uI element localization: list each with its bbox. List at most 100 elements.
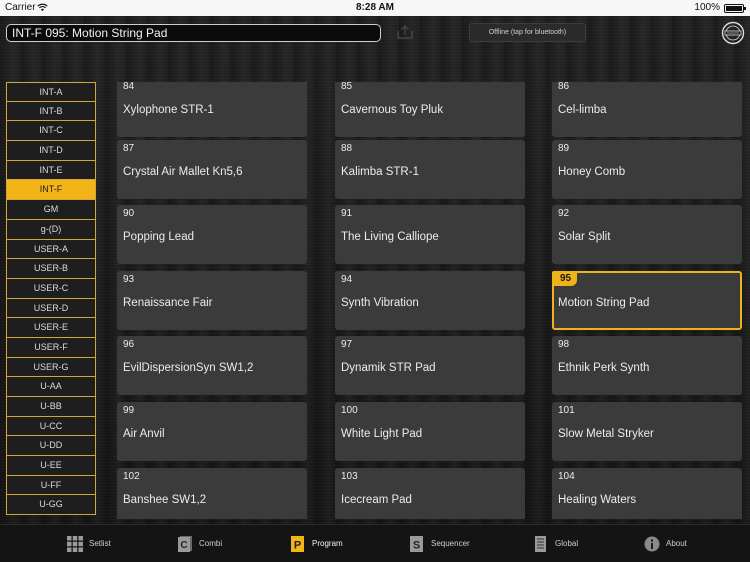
info-icon [644, 536, 660, 552]
tab-sequencer[interactable]: S Sequencer [409, 525, 519, 562]
tab-global[interactable]: Global [533, 525, 643, 562]
program-name: Renaissance Fair [123, 297, 213, 309]
program-tile-89[interactable]: 89 Honey Comb [552, 140, 742, 199]
tab-about[interactable]: About [644, 525, 750, 562]
program-name: Ethnik Perk Synth [558, 362, 650, 374]
program-name: Popping Lead [123, 231, 194, 243]
tab-label: About [666, 539, 687, 548]
tab-setlist[interactable]: Setlist [67, 525, 177, 562]
program-tile-101[interactable]: 101 Slow Metal Stryker [552, 402, 742, 461]
program-tile-85[interactable]: 85 Cavernous Toy Pluk [335, 82, 525, 137]
program-tile-84[interactable]: 84 Xylophone STR-1 [117, 82, 307, 137]
bank-item-user-f[interactable]: USER-F [6, 337, 96, 358]
program-number: 101 [558, 405, 575, 416]
program-tile-103[interactable]: 103 Icecream Pad [335, 468, 525, 519]
program-name: Icecream Pad [341, 494, 412, 506]
program-tile-92[interactable]: 92 Solar Split [552, 205, 742, 264]
program-name: Cel-limba [558, 104, 607, 116]
program-number: 96 [123, 339, 135, 350]
program-tile-102[interactable]: 102 Banshee SW1,2 [117, 468, 307, 519]
bank-item-u-cc[interactable]: U-CC [6, 416, 96, 437]
svg-text:S: S [413, 540, 420, 552]
program-tile-86[interactable]: 86 Cel-limba [552, 82, 742, 137]
bank-item-int-a[interactable]: INT-A [6, 82, 96, 102]
program-name: Kalimba STR-1 [341, 166, 419, 178]
program-number: 85 [341, 82, 353, 92]
program-name: Xylophone STR-1 [123, 104, 214, 116]
tab-label: Global [555, 539, 579, 548]
bank-item-u-gg[interactable]: U-GG [6, 495, 96, 516]
battery-icon [724, 4, 746, 13]
program-name: Synth Vibration [341, 297, 419, 309]
bank-item-user-a[interactable]: USER-A [6, 239, 96, 260]
battery-percent: 100% [694, 2, 720, 13]
program-name: Cavernous Toy Pluk [341, 104, 444, 116]
program-tile-104[interactable]: 104 Healing Waters [552, 468, 742, 519]
program-number: 99 [123, 405, 135, 416]
program-tile-90[interactable]: 90 Popping Lead [117, 205, 307, 264]
tab-label: Combi [199, 539, 223, 548]
bank-item-int-b[interactable]: INT-B [6, 101, 96, 122]
bank-item-g-d-[interactable]: g-(D) [6, 219, 96, 240]
current-program-field[interactable]: INT-F 095: Motion String Pad [6, 24, 381, 42]
program-tile-91[interactable]: 91 The Living Calliope [335, 205, 525, 264]
bank-item-user-g[interactable]: USER-G [6, 357, 96, 378]
program-tile-95[interactable]: 95 Motion String Pad [552, 271, 742, 330]
program-number: 90 [123, 208, 135, 219]
sequencer-icon: S [409, 536, 425, 552]
tab-combi[interactable]: C Combi [177, 525, 287, 562]
program-grid: 84 Xylophone STR-1 85 Cavernous Toy Pluk 86 C… [100, 82, 750, 519]
korg-logo-icon[interactable] [721, 21, 745, 45]
program-name: Motion String Pad [558, 297, 650, 309]
program-tile-98[interactable]: 98 Ethnik Perk Synth [552, 336, 742, 395]
program-number: 95 [552, 271, 578, 286]
program-number: 94 [341, 274, 353, 285]
bank-item-int-d[interactable]: INT-D [6, 141, 96, 161]
program-number: 98 [558, 339, 570, 350]
bank-list: INT-A INT-B INT-C INT-D INT-E INT-F GM g-(D) USE… [6, 82, 96, 516]
program-name: Honey Comb [558, 166, 626, 178]
program-name: Solar Split [558, 231, 611, 243]
program-number: 100 [341, 405, 358, 416]
program-number: 102 [123, 471, 140, 482]
bank-item-user-b[interactable]: USER-B [6, 259, 96, 279]
program-number: 97 [341, 339, 353, 350]
program-tile-94[interactable]: 94 Synth Vibration [335, 271, 525, 330]
program-tile-93[interactable]: 93 Renaissance Fair [117, 271, 307, 330]
program-tile-87[interactable]: 87 Crystal Air Mallet Kn5,6 [117, 140, 307, 199]
program-number: 84 [123, 82, 135, 92]
program-number: 93 [123, 274, 135, 285]
bank-item-gm[interactable]: GM [6, 200, 96, 220]
grid-icon [67, 536, 83, 552]
program-number: 88 [341, 143, 353, 154]
program-tile-100[interactable]: 100 White Light Pad [335, 402, 525, 461]
program-tile-88[interactable]: 88 Kalimba STR-1 [335, 140, 525, 199]
tab-label: Sequencer [431, 539, 470, 548]
bank-item-user-d[interactable]: USER-D [6, 298, 96, 319]
program-tile-99[interactable]: 99 Air Anvil [117, 402, 307, 461]
program-tile-96[interactable]: 96 EvilDispersionSyn SW1,2 [117, 336, 307, 395]
bank-item-u-ff[interactable]: U-FF [6, 475, 96, 496]
program-number: 92 [558, 208, 570, 219]
bluetooth-connect-button[interactable]: Offline (tap for bluetooth) [469, 23, 586, 42]
program-name: Crystal Air Mallet Kn5,6 [123, 166, 243, 178]
program-number: 91 [341, 208, 353, 219]
bank-item-user-e[interactable]: USER-E [6, 318, 96, 338]
bank-item-int-c[interactable]: INT-C [6, 121, 96, 142]
upload-icon[interactable] [396, 24, 414, 40]
bank-item-user-c[interactable]: USER-C [6, 278, 96, 299]
bank-item-u-ee[interactable]: U-EE [6, 456, 96, 476]
program-tile-97[interactable]: 97 Dynamik STR Pad [335, 336, 525, 395]
bank-item-u-dd[interactable]: U-DD [6, 436, 96, 457]
program-name: Banshee SW1,2 [123, 494, 207, 506]
program-icon: P [290, 536, 306, 552]
program-name: White Light Pad [341, 428, 423, 440]
bank-item-int-e[interactable]: INT-E [6, 160, 96, 181]
bank-item-u-aa[interactable]: U-AA [6, 377, 96, 397]
bank-item-int-f[interactable]: INT-F [6, 180, 96, 201]
bank-item-u-bb[interactable]: U-BB [6, 397, 96, 417]
tab-program[interactable]: P Program [290, 525, 400, 562]
clock: 8:28 AM [356, 2, 394, 13]
program-name: Healing Waters [558, 494, 637, 506]
tab-bar: Setlist C Combi P Program S Sequencer Global Abo… [0, 524, 750, 562]
